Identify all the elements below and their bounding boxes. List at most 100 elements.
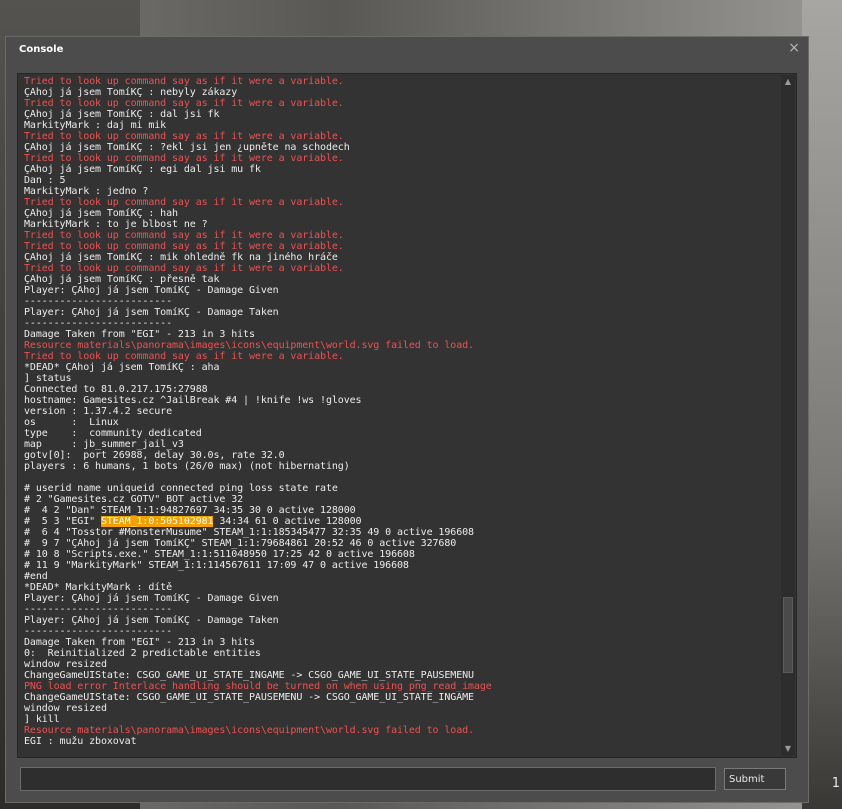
log-text: # 10 8 "Scripts.exe." STEAM_1:1:51104895…	[24, 549, 415, 560]
log-text: -------------------------	[24, 626, 173, 637]
log-line: version : 1.37.4.2 secure	[24, 406, 774, 417]
log-text: ÇAhoj já jsem TomíKÇ : nebyly zákazy	[24, 87, 238, 98]
log-text: Tried to look up command say as if it we…	[24, 76, 344, 87]
console-log: Tried to look up command say as if it we…	[24, 76, 774, 756]
log-line: Player: ÇAhoj já jsem TomíKÇ - Damage Ta…	[24, 307, 774, 318]
log-line: map : jb_summer_jail_v3	[24, 439, 774, 450]
log-line: 0: Reinitialized 2 predictable entities	[24, 648, 774, 659]
log-line: ÇAhoj já jsem TomíKÇ : nebyly zákazy	[24, 87, 774, 98]
log-text: 0: Reinitialized 2 predictable entities	[24, 648, 261, 659]
log-text: Connected to 81.0.217.175:27988	[24, 384, 208, 395]
log-text: *DEAD* MarkityMark : dítě	[24, 582, 173, 593]
log-text: # 6 4 "Tosstor #MonsterMusume" STEAM_1:1…	[24, 527, 474, 538]
log-text: ÇAhoj já jsem TomíKÇ : mik ohledně fk na…	[24, 252, 338, 263]
log-line: Dan : 5	[24, 175, 774, 186]
log-text: *DEAD* ÇAhoj já jsem TomíKÇ : aha	[24, 362, 220, 373]
log-text-suffix: 34:34 61 0 active 128000	[213, 516, 362, 527]
log-line: hostname: Gamesites.cz ^JailBreak #4 | !…	[24, 395, 774, 406]
log-text: Tried to look up command say as if it we…	[24, 351, 344, 362]
scroll-thumb[interactable]	[783, 596, 793, 673]
log-text: Damage Taken from "EGI" - 213 in 3 hits	[24, 637, 255, 648]
scroll-up-icon[interactable]: ▲	[783, 77, 793, 87]
log-line: gotv[0]: port 26988, delay 30.0s, rate 3…	[24, 450, 774, 461]
log-text: Tried to look up command say as if it we…	[24, 131, 344, 142]
log-line: Damage Taken from "EGI" - 213 in 3 hits	[24, 329, 774, 340]
submit-button[interactable]: Submit	[724, 768, 786, 790]
console-log-frame: Tried to look up command say as if it we…	[17, 73, 797, 758]
log-selection-highlight[interactable]: STEAM_1:0:505102981	[100, 516, 214, 527]
log-line: # 6 4 "Tosstor #MonsterMusume" STEAM_1:1…	[24, 527, 774, 538]
log-text: os : Linux	[24, 417, 119, 428]
command-input[interactable]	[20, 767, 716, 791]
console-window: Console × Tried to look up command say a…	[5, 36, 809, 803]
log-text: ÇAhoj já jsem TomíKÇ : ?ekl jsi jen ¿upn…	[24, 142, 350, 153]
log-line: Connected to 81.0.217.175:27988	[24, 384, 774, 395]
log-text: ÇAhoj já jsem TomíKÇ : egi dal jsi mu fk	[24, 164, 261, 175]
log-line: -------------------------	[24, 296, 774, 307]
log-line: # 5 3 "EGI" STEAM_1:0:505102981 34:34 61…	[24, 516, 774, 527]
console-scrollbar[interactable]: ▲ ▼	[781, 75, 795, 756]
log-text: map : jb_summer_jail_v3	[24, 439, 184, 450]
log-line: -------------------------	[24, 626, 774, 637]
scroll-down-icon[interactable]: ▼	[783, 744, 793, 754]
log-text: window resized	[24, 703, 107, 714]
log-text: # userid name uniqueid connected ping lo…	[24, 483, 338, 494]
log-text: ] status	[24, 373, 72, 384]
log-line: # userid name uniqueid connected ping lo…	[24, 483, 774, 494]
log-line: ÇAhoj já jsem TomíKÇ : ?ekl jsi jen ¿upn…	[24, 142, 774, 153]
log-text: EGI : mužu zboxovat	[24, 736, 137, 747]
log-text: Dan : 5	[24, 175, 66, 186]
log-line-error: Tried to look up command say as if it we…	[24, 98, 774, 109]
log-line: ÇAhoj já jsem TomíKÇ : dal jsi fk	[24, 109, 774, 120]
log-line: ] status	[24, 373, 774, 384]
log-text: players : 6 humans, 1 bots (26/0 max) (n…	[24, 461, 350, 472]
log-line: ChangeGameUIState: CSGO_GAME_UI_STATE_PA…	[24, 692, 774, 703]
log-line: ÇAhoj já jsem TomíKÇ : hah	[24, 208, 774, 219]
log-text: MarkityMark : jedno ?	[24, 186, 149, 197]
log-text: Player: ÇAhoj já jsem TomíKÇ - Damage Gi…	[24, 593, 279, 604]
close-icon[interactable]: ×	[788, 40, 800, 56]
log-line: type : community dedicated	[24, 428, 774, 439]
log-line: window resized	[24, 659, 774, 670]
log-line-error: Tried to look up command say as if it we…	[24, 241, 774, 252]
log-line: # 11 9 "MarkityMark" STEAM_1:1:114567611…	[24, 560, 774, 571]
log-line: Damage Taken from "EGI" - 213 in 3 hits	[24, 637, 774, 648]
log-text: Resource materials\panorama\images\icons…	[24, 725, 474, 736]
log-text: Tried to look up command say as if it we…	[24, 153, 344, 164]
log-line: ] kill	[24, 714, 774, 725]
log-line-error: Tried to look up command say as if it we…	[24, 197, 774, 208]
console-titlebar[interactable]: Console ×	[6, 37, 808, 63]
log-text: -------------------------	[24, 318, 173, 329]
log-text: Tried to look up command say as if it we…	[24, 98, 344, 109]
log-text: Player: ÇAhoj já jsem TomíKÇ - Damage Gi…	[24, 285, 279, 296]
log-line: ÇAhoj já jsem TomíKÇ : egi dal jsi mu fk	[24, 164, 774, 175]
log-line: ÇAhoj já jsem TomíKÇ : přesně tak	[24, 274, 774, 285]
log-text: ÇAhoj já jsem TomíKÇ : hah	[24, 208, 178, 219]
log-line: window resized	[24, 703, 774, 714]
log-line: # 9 7 "ÇAhoj já jsem TomíKÇ" STEAM_1:1:7…	[24, 538, 774, 549]
log-text: ] kill	[24, 714, 60, 725]
log-text: type : community dedicated	[24, 428, 202, 439]
log-line: # 10 8 "Scripts.exe." STEAM_1:1:51104895…	[24, 549, 774, 560]
log-text: Resource materials\panorama\images\icons…	[24, 340, 474, 351]
log-line-error: Tried to look up command say as if it we…	[24, 351, 774, 362]
log-text: hostname: Gamesites.cz ^JailBreak #4 | !…	[24, 395, 362, 406]
log-text: MarkityMark : to je blbost ne ?	[24, 219, 208, 230]
log-text: # 4 2 "Dan" STEAM_1:1:94827697 34:35 30 …	[24, 505, 356, 516]
log-text: Tried to look up command say as if it we…	[24, 241, 344, 252]
log-line: Player: ÇAhoj já jsem TomíKÇ - Damage Gi…	[24, 593, 774, 604]
log-text: # 5 3 "EGI"	[24, 516, 101, 527]
log-text: -------------------------	[24, 604, 173, 615]
log-text: ChangeGameUIState: CSGO_GAME_UI_STATE_PA…	[24, 692, 474, 703]
log-text: window resized	[24, 659, 107, 670]
log-text: gotv[0]: port 26988, delay 30.0s, rate 3…	[24, 450, 285, 461]
log-text: # 2 "Gamesites.cz GOTV" BOT active 32	[24, 494, 244, 505]
log-line: *DEAD* ÇAhoj já jsem TomíKÇ : aha	[24, 362, 774, 373]
log-text: Tried to look up command say as if it we…	[24, 197, 344, 208]
log-text: Player: ÇAhoj já jsem TomíKÇ - Damage Ta…	[24, 615, 279, 626]
log-text: # 11 9 "MarkityMark" STEAM_1:1:114567611…	[24, 560, 409, 571]
log-text: ÇAhoj já jsem TomíKÇ : dal jsi fk	[24, 109, 220, 120]
log-line: # 2 "Gamesites.cz GOTV" BOT active 32	[24, 494, 774, 505]
log-text: # 9 7 "ÇAhoj já jsem TomíKÇ" STEAM_1:1:7…	[24, 538, 457, 549]
